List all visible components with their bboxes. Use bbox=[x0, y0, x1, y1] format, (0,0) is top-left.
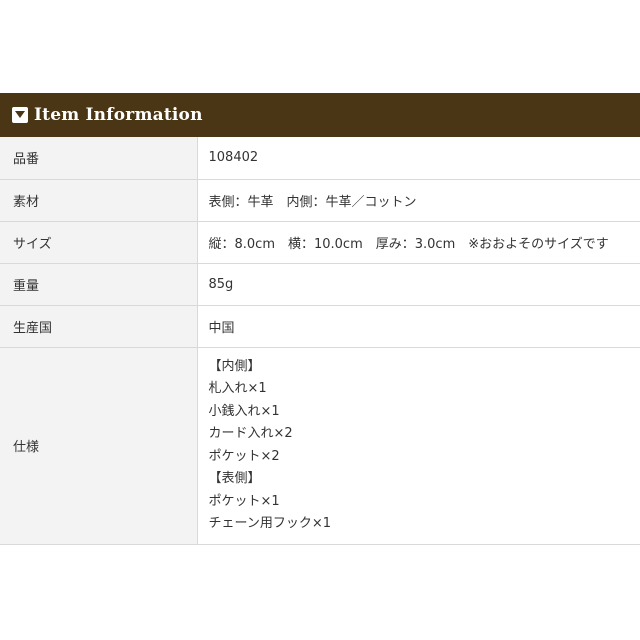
spec-value: 【内側】 札入れ×1 小銭入れ×1 カード入れ×2 ポケット×2 【表側】 ポケ… bbox=[197, 347, 640, 545]
row-label: 仕様 bbox=[0, 347, 198, 545]
row-value: 表側：牛革 内側：牛革／コットン bbox=[197, 179, 640, 222]
spec-line: カード入れ×2 bbox=[208, 426, 293, 441]
spec-line: 小銭入れ×1 bbox=[208, 403, 280, 419]
spec-line: ポケット×1 bbox=[208, 493, 280, 509]
item-info-table: 品番 108402 素材 表側：牛革 内側：牛革／コットン サイズ 縦：8.0c… bbox=[0, 137, 640, 545]
row-label: 素材 bbox=[0, 179, 198, 222]
row-value: 85g bbox=[197, 263, 640, 306]
spec-lines: 【内側】 札入れ×1 小銭入れ×1 カード入れ×2 ポケット×2 【表側】 ポケ… bbox=[209, 354, 640, 538]
spec-line: 【内側】 bbox=[208, 358, 261, 374]
table-row: 重量 85g bbox=[0, 263, 640, 306]
table-row: 生産国 中国 bbox=[0, 305, 640, 348]
section-header: Item Information bbox=[0, 93, 640, 137]
item-information-section: Item Information 品番 108402 素材 表側：牛革 内側：牛… bbox=[0, 93, 640, 545]
table-row: 品番 108402 bbox=[0, 137, 640, 180]
spec-line: 札入れ×1 bbox=[208, 381, 267, 396]
row-label: 生産国 bbox=[0, 305, 198, 348]
spec-line: ポケット×2 bbox=[208, 448, 280, 464]
section-title: Item Information bbox=[34, 105, 203, 125]
row-value: 108402 bbox=[197, 137, 640, 180]
row-label: 品番 bbox=[0, 137, 198, 180]
row-value: 中国 bbox=[197, 305, 640, 348]
table-row: 素材 表側：牛革 内側：牛革／コットン bbox=[0, 179, 640, 222]
spec-line: 【表側】 bbox=[208, 471, 261, 486]
row-label: 重量 bbox=[0, 263, 198, 306]
table-row: サイズ 縦：8.0cm 横：10.0cm 厚み：3.0cm ※おおよそのサイズで… bbox=[0, 221, 640, 264]
table-row-spec: 仕様 【内側】 札入れ×1 小銭入れ×1 カード入れ×2 ポケット×2 【表側】… bbox=[0, 347, 640, 545]
spec-line: チェーン用フック×1 bbox=[208, 516, 332, 531]
caret-down-box-icon bbox=[12, 107, 28, 123]
row-label: サイズ bbox=[0, 221, 198, 264]
row-value: 縦：8.0cm 横：10.0cm 厚み：3.0cm ※おおよそのサイズです bbox=[197, 221, 640, 264]
